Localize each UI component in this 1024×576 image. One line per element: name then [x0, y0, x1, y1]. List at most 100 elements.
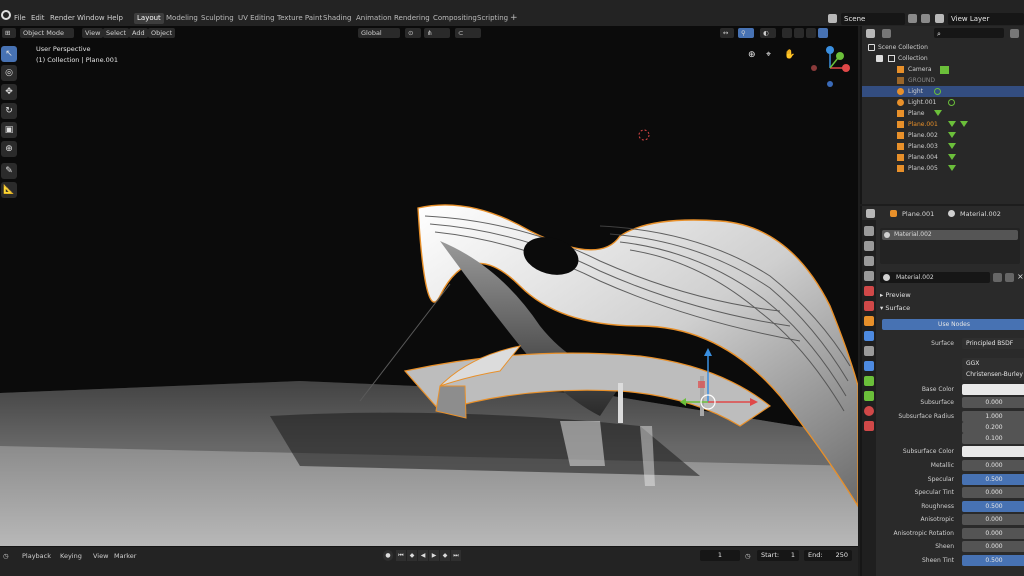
object-tab-icon[interactable] [864, 316, 874, 326]
shading-wireframe-icon[interactable] [782, 28, 792, 38]
particles-tab-icon[interactable] [864, 346, 874, 356]
jump-end-button[interactable]: ⏭ [451, 550, 461, 561]
surface-section-header[interactable]: ▾ Surface [880, 304, 910, 312]
constraints-tab-icon[interactable] [864, 376, 874, 386]
tab-layout[interactable]: Layout [134, 13, 164, 24]
mesh-data-icon[interactable] [948, 121, 956, 127]
outliner-scene-collection[interactable]: Scene Collection [862, 42, 1024, 53]
outliner-item-plane-005[interactable]: Plane.005 [862, 163, 1024, 174]
mesh-data-icon[interactable] [948, 165, 956, 171]
menu-edit[interactable]: Edit [31, 14, 45, 22]
bsdf-input-field[interactable]: 0.000 [962, 397, 1024, 408]
current-frame-field[interactable]: 1 [700, 550, 740, 561]
shading-rendered-icon[interactable] [818, 28, 828, 38]
viewport-menu-add[interactable]: Add [129, 28, 148, 38]
material-tab-icon[interactable] [864, 406, 874, 416]
tab-sculpting[interactable]: Sculpting [198, 13, 237, 24]
blender-logo-icon[interactable] [1, 10, 11, 20]
tab-modeling[interactable]: Modeling [163, 13, 201, 24]
outliner-item-light[interactable]: Light [862, 86, 1024, 97]
fake-user-icon[interactable] [993, 273, 1002, 282]
add-workspace-button[interactable]: + [510, 13, 518, 23]
outliner-item-camera[interactable]: Camera [862, 64, 1024, 75]
data-tab-icon[interactable] [864, 391, 874, 401]
tool-tab-icon[interactable] [864, 226, 874, 236]
material-name-field[interactable]: Material.002 [880, 272, 990, 283]
mesh-data-icon[interactable] [948, 143, 956, 149]
gizmo-icon[interactable]: ↔ [720, 28, 734, 38]
timeline-menu-marker[interactable]: Marker [114, 552, 136, 560]
outliner-item-plane[interactable]: Plane [862, 108, 1024, 119]
record-button[interactable]: ● [383, 550, 393, 561]
timeline-menu-view[interactable]: View [93, 552, 108, 560]
menu-help[interactable]: Help [107, 14, 123, 22]
camera-view-icon[interactable]: ⌖ [766, 50, 771, 60]
play-reverse-button[interactable]: ◀ [418, 550, 428, 561]
tab-uv-editing[interactable]: UV Editing [235, 13, 278, 24]
duplicate-material-icon[interactable] [1005, 273, 1014, 282]
preview-section-header[interactable]: ▸ Preview [880, 291, 911, 299]
jump-start-button[interactable]: ⏮ [396, 550, 406, 561]
tab-animation[interactable]: Animation [353, 13, 395, 24]
material-slot-row[interactable]: Material.002 [882, 230, 1018, 240]
surface-shader-dropdown[interactable]: Principled BSDF [962, 338, 1024, 349]
material-browse-icon[interactable] [883, 274, 890, 281]
outliner-item-plane-003[interactable]: Plane.003 [862, 141, 1024, 152]
viewport-menu-view[interactable]: View [82, 28, 104, 38]
light-data-icon[interactable] [934, 88, 941, 95]
bsdf-input-field[interactable]: 0.000 [962, 460, 1024, 471]
overlay-icon[interactable]: ⚲ [738, 28, 754, 38]
scene-icon[interactable] [828, 14, 837, 23]
shading-material-icon[interactable] [806, 28, 816, 38]
bsdf-input-field[interactable]: 0.200 [962, 422, 1024, 433]
timeline-editor-icon[interactable]: ◷ [3, 552, 9, 560]
navigation-gizmo[interactable] [800, 44, 858, 94]
xray-icon[interactable]: ◐ [760, 28, 776, 38]
outliner-item-light-001[interactable]: Light.001 [862, 97, 1024, 108]
play-button[interactable]: ▶ [429, 550, 439, 561]
collection-checkbox-icon[interactable] [876, 55, 883, 62]
tab-texture-paint[interactable]: Texture Paint [274, 13, 325, 24]
outliner-editor-icon[interactable] [866, 29, 875, 38]
mesh-data-icon[interactable] [960, 121, 968, 127]
material-breadcrumb[interactable]: Material.002 [960, 210, 1001, 218]
shading-solid-icon[interactable] [794, 28, 804, 38]
outliner-collection[interactable]: Collection [862, 53, 1024, 64]
bsdf-input-field[interactable]: 0.100 [962, 433, 1024, 444]
bsdf-input-field[interactable] [962, 384, 1024, 395]
outliner-options-icon[interactable] [1010, 29, 1019, 38]
physics-tab-icon[interactable] [864, 361, 874, 371]
transform-tool-icon[interactable]: ⊕ [1, 141, 17, 157]
3d-viewport[interactable]: ⊞ Object Mode View Select Add Object Glo… [0, 26, 858, 546]
modifier-icon[interactable] [944, 77, 951, 84]
stopwatch-icon[interactable]: ◷ [745, 552, 751, 560]
view-layer-icon[interactable] [935, 14, 944, 23]
snap-icon[interactable]: ⋔ [424, 28, 450, 38]
measure-tool-icon[interactable]: 📐 [1, 182, 17, 198]
tab-scripting[interactable]: Scripting [474, 13, 511, 24]
light-data-icon[interactable] [948, 99, 955, 106]
bsdf-input-field[interactable] [962, 446, 1024, 457]
object-breadcrumb[interactable]: Plane.001 [902, 210, 934, 218]
prev-keyframe-button[interactable]: ◆ [407, 550, 417, 561]
outliner-search-input[interactable]: ⌕ [934, 28, 1004, 38]
menu-file[interactable]: File [14, 14, 26, 22]
zoom-view-icon[interactable]: ⊕ [748, 50, 756, 60]
start-frame-field[interactable]: Start: 1 [757, 550, 799, 561]
viewport-menu-select[interactable]: Select [103, 28, 130, 38]
copy-scene-icon[interactable] [908, 14, 917, 23]
bsdf-input-field[interactable]: 0.000 [962, 487, 1024, 498]
bsdf-input-field[interactable]: 1.000 [962, 411, 1024, 422]
mesh-data-icon[interactable] [934, 110, 942, 116]
menu-window[interactable]: Window [77, 14, 105, 22]
move-tool-icon[interactable]: ✥ [1, 84, 17, 100]
distribution-dropdown[interactable]: GGX [962, 358, 1024, 369]
cursor-tool-icon[interactable]: ◎ [1, 65, 17, 81]
outliner-item-ground[interactable]: GROUND [862, 75, 1024, 86]
object-mode-dropdown[interactable]: Object Mode [20, 28, 74, 38]
bsdf-input-field[interactable]: 0.500 [962, 501, 1024, 512]
bsdf-input-field[interactable]: 0.000 [962, 528, 1024, 539]
bsdf-input-field[interactable]: 0.000 [962, 541, 1024, 552]
subsurface-method-dropdown[interactable]: Christensen-Burley [962, 369, 1024, 380]
select-tool-icon[interactable]: ↖ [1, 46, 17, 62]
